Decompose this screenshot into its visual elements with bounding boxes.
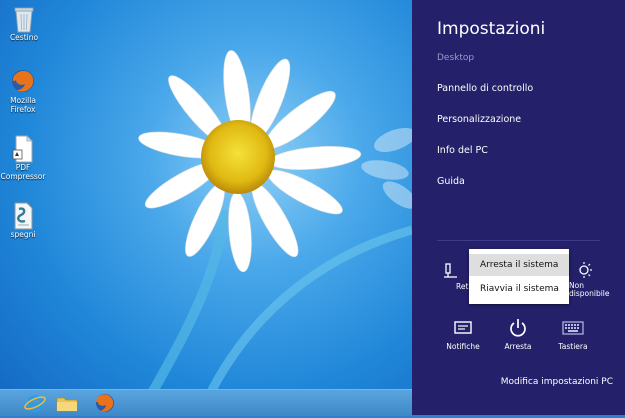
taskbar-firefox-button[interactable] — [92, 392, 118, 414]
link-control-panel[interactable]: Pannello di controllo — [437, 83, 533, 94]
settings-charm-panel: Impostazioni Desktop Pannello di control… — [412, 0, 625, 415]
panel-title: Impostazioni — [437, 19, 546, 39]
script-file-icon — [10, 202, 36, 230]
desktop-icon-pdf-compressor[interactable]: PDF Compressor — [0, 135, 46, 181]
link-personalization[interactable]: Personalizzazione — [437, 114, 521, 125]
folder-icon — [56, 397, 78, 412]
power-options-menu: Arresta il sistema Riavvia il sistema — [469, 249, 569, 304]
link-pc-info[interactable]: Info del PC — [437, 145, 488, 156]
notifications-icon — [433, 316, 493, 340]
taskbar-file-explorer-button[interactable] — [54, 392, 80, 414]
tile-keyboard[interactable]: Tastiera — [543, 316, 603, 351]
network-icon — [432, 258, 472, 282]
keyboard-icon — [543, 316, 603, 340]
desktop-wallpaper — [0, 0, 412, 415]
desktop-icon-recycle-bin[interactable]: Cestino — [1, 5, 47, 42]
tile-keyboard-label: Tastiera — [558, 342, 588, 351]
desktop-icon-label: spegni — [10, 230, 36, 239]
desktop-icon-label: PDF Compressor — [0, 163, 46, 181]
link-help[interactable]: Guida — [437, 176, 465, 187]
desktop-icon-label: Mozilla Firefox — [10, 96, 36, 114]
daisy-wallpaper-image — [135, 50, 412, 415]
tile-power[interactable]: Arresta — [488, 316, 548, 351]
tile-network-label: Ret — [456, 282, 469, 291]
menu-item-restart[interactable]: Riavvia il sistema — [469, 278, 569, 300]
recycle-bin-icon — [11, 5, 37, 33]
desktop-icon-spegni[interactable]: spegni — [0, 202, 46, 239]
menu-item-shutdown[interactable]: Arresta il sistema — [469, 254, 569, 276]
tile-network[interactable]: Ret — [432, 258, 472, 291]
pdf-file-icon — [10, 135, 36, 163]
taskbar-internet-explorer-button[interactable] — [22, 392, 48, 414]
taskbar — [0, 389, 412, 416]
link-change-pc-settings[interactable]: Modifica impostazioni PC — [501, 377, 613, 387]
desktop-icon-label: Cestino — [9, 33, 39, 42]
firefox-icon — [96, 394, 114, 412]
tile-power-label: Arresta — [504, 342, 532, 351]
tile-notifications[interactable]: Notifiche — [433, 316, 493, 351]
power-icon — [488, 316, 548, 340]
internet-explorer-icon — [24, 395, 46, 413]
panel-divider — [437, 240, 600, 241]
tile-notifications-label: Notifiche — [446, 342, 480, 351]
firefox-icon — [10, 68, 36, 94]
panel-subtitle: Desktop — [437, 53, 475, 63]
desktop-icon-firefox[interactable]: Mozilla Firefox — [0, 68, 46, 114]
